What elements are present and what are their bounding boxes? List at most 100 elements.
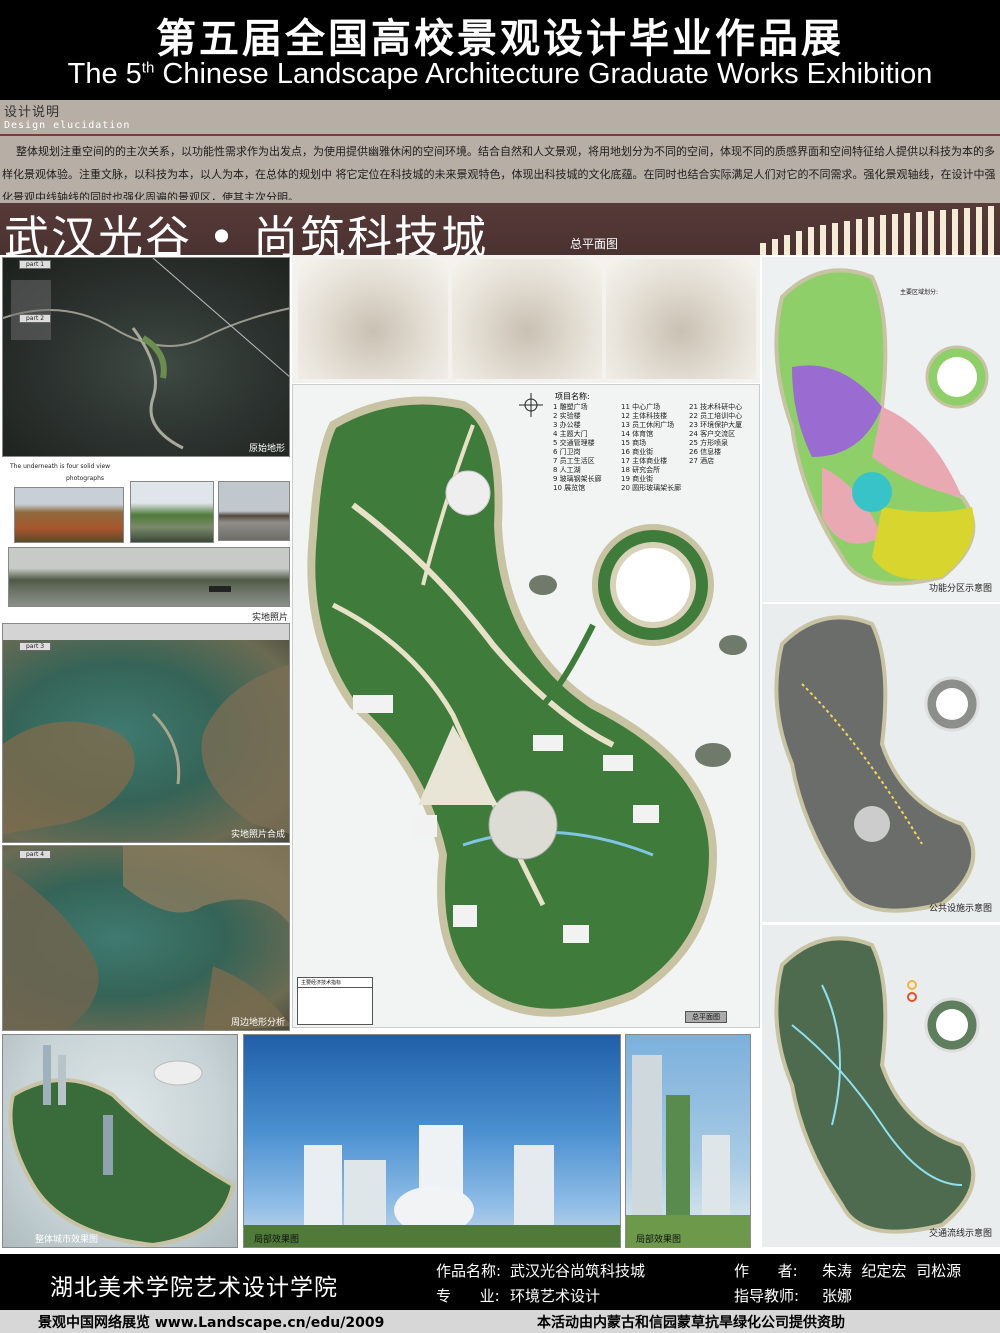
- work-name-label: 作品名称:: [436, 1262, 502, 1280]
- design-note-heading-en: Design elucidation: [4, 120, 131, 131]
- design-note: 设计说明 Design elucidation 整体规划注重空间的的主次关系，以…: [0, 100, 1000, 203]
- legend-item: 20 圆形玻璃架长廊: [621, 484, 682, 492]
- legend-item: 21 技术科研中心: [689, 403, 743, 411]
- traffic-flow-caption: 交通流线示意图: [928, 1229, 992, 1239]
- part-label-3: part 3: [19, 642, 52, 651]
- overall-city-render: 整体城市效果图: [2, 1034, 238, 1248]
- major: 环境艺术设计: [510, 1287, 601, 1305]
- local-render-1: 局部效果图: [243, 1034, 621, 1248]
- legend-item: 24 客户交流区: [689, 430, 736, 438]
- surrounding-caption: 周边地形分析: [230, 1018, 285, 1028]
- public-facilities-caption: 公共设施示意图: [928, 904, 992, 914]
- legend-col-1: 1 雕塑广场 2 实验楼 3 办公楼 4 主题大门 5 交通管理楼 6 门卫岗 …: [553, 403, 619, 493]
- title-en-post: Chinese Landscape Architecture Graduate …: [154, 58, 933, 90]
- economic-indicators-table: 主要经济技术指标: [297, 977, 373, 1025]
- major-label: 专 业:: [436, 1287, 500, 1305]
- title-en-pre: The 5: [67, 58, 142, 90]
- exhibition-site-link[interactable]: 景观中国网络展览 www.Landscape.cn/edu/2009: [38, 1312, 384, 1332]
- decorative-bars: [760, 205, 1000, 255]
- boat-shape: [209, 586, 231, 592]
- legend-item: 22 员工培训中心: [689, 412, 743, 420]
- legend-item: 13 员工休闲广场: [621, 421, 675, 429]
- site-photos-label: photographs: [66, 475, 104, 482]
- overall-render-drawing: [8, 1045, 236, 1247]
- legend-item: 6 门卫岗: [553, 448, 581, 456]
- traffic-flow-drawing: [774, 936, 980, 1234]
- legend-item: 9 玻璃钢架长廊: [553, 475, 602, 483]
- legend-item: 3 办公楼: [553, 421, 581, 429]
- legend-item: 11 中心广场: [621, 403, 661, 411]
- zoning-legend-title: 主要区域划分:: [900, 289, 939, 296]
- local-render-1-caption: 局部效果图: [254, 1235, 300, 1245]
- aerial-render-3: [606, 259, 756, 379]
- advisor-label: 指导教师:: [734, 1287, 800, 1305]
- legend-item: 25 方形喷泉: [689, 439, 729, 447]
- site-photo-2: [130, 481, 214, 543]
- surrounding-sketch: [3, 846, 289, 1030]
- site-photo-1: [14, 487, 124, 543]
- composite-sketch: [3, 664, 289, 834]
- legend-item: 4 主题大门: [553, 430, 588, 438]
- legend-item: 14 体育馆: [621, 430, 654, 438]
- original-terrain-caption: 原始地形: [248, 444, 285, 454]
- legend-item: 7 员工生活区: [553, 457, 595, 465]
- legend-item: 26 信息楼: [689, 448, 722, 456]
- site-photo-panorama: [8, 547, 290, 607]
- local-render-2-drawing: [626, 1055, 750, 1247]
- project-title-band: 武汉光谷 • 尚筑科技城 总平面图: [0, 203, 1000, 264]
- legend-item: 19 商业街: [621, 475, 654, 483]
- part-label-1: part 1: [19, 260, 52, 269]
- zoning-diagram: 主要区域划分: 功能分区示意图: [762, 257, 1000, 602]
- author-label: 作 者:: [734, 1262, 798, 1280]
- legend-item: 17 主体商业楼: [621, 457, 668, 465]
- local-render-2-caption: 局部效果图: [636, 1235, 682, 1245]
- aerial-render-2: [452, 259, 602, 379]
- public-facilities-diagram: 公共设施示意图: [762, 604, 1000, 922]
- local-render-1-drawing: [244, 1125, 620, 1247]
- traffic-flow-diagram: 交通流线示意图: [762, 925, 1000, 1247]
- design-note-text: 整体规划注重空间的的主次关系，以功能性需求作为出发点，为使用提供幽雅休闲的空间环…: [2, 145, 996, 200]
- exhibition-title-en: The 5th Chinese Landscape Architecture G…: [0, 58, 1000, 91]
- master-plan-drawing: [307, 393, 747, 1017]
- part-label-4: part 4: [19, 850, 52, 859]
- legend-item: 18 研究会所: [621, 466, 661, 474]
- footer: 湖北美术学院艺术设计学院 作品名称: 武汉光谷尚筑科技城 作 者: 朱涛 纪定宏…: [0, 1254, 1000, 1333]
- school-name: 湖北美术学院艺术设计学院: [50, 1275, 338, 1301]
- legend-item: 1 雕塑广场: [553, 403, 588, 411]
- zoning-caption: 功能分区示意图: [928, 584, 992, 594]
- aerial-render-1: [298, 259, 448, 379]
- legend-item: 5 交通管理楼: [553, 439, 595, 447]
- site-photos-caption: 实地照片: [251, 613, 288, 623]
- local-render-2: 局部效果图: [625, 1034, 751, 1248]
- legend-item: 12 主体科技楼: [621, 412, 668, 420]
- legend-item: 27 酒店: [689, 457, 715, 465]
- legend-item: 8 人工湖: [553, 466, 581, 474]
- legend-title: 项目名称:: [555, 392, 590, 401]
- design-note-heading: 设计说明: [4, 105, 61, 120]
- aerial-renders-strip: [292, 255, 760, 383]
- project-subtitle: 总平面图: [570, 237, 619, 251]
- original-terrain-photo: part 1 part 2 原始地形: [2, 257, 290, 457]
- composite-caption: 实地照片合成: [230, 830, 285, 840]
- legend-item: 16 商业街: [621, 448, 654, 456]
- overall-render-caption: 整体城市效果图: [35, 1235, 99, 1245]
- master-plan: 项目名称: 1 雕塑广场 2 实验楼 3 办公楼 4 主题大门 5 交通管理楼 …: [292, 384, 760, 1028]
- legend-col-3: 21 技术科研中心 22 员工培训中心 23 环境保护大厦 24 客户交流区 2…: [689, 403, 755, 466]
- legend-item: 15 商场: [621, 439, 647, 447]
- legend-item: 10 展览馆: [553, 484, 586, 492]
- plan-label-box: 总平面图: [685, 1011, 727, 1023]
- title-en-sup: th: [141, 59, 155, 77]
- sponsor-text: 本活动由内蒙古和信园蒙草抗旱绿化公司提供资助: [537, 1315, 845, 1331]
- legend-item: 2 实验楼: [553, 412, 581, 420]
- credit-bar: 景观中国网络展览 www.Landscape.cn/edu/2009 本活动由内…: [0, 1310, 1000, 1333]
- site-photos-panel: The underneath is four solid view photog…: [2, 459, 290, 623]
- surrounding-analysis-photo: part 4 周边地形分析: [2, 845, 290, 1031]
- legend-col-2: 11 中心广场 12 主体科技楼 13 员工休闲广场 14 体育馆 15 商场 …: [621, 403, 687, 493]
- site-photo-3: [218, 481, 290, 541]
- econ-table-title: 主要经济技术指标: [298, 978, 372, 988]
- design-note-divider: [0, 134, 1000, 136]
- authors: 朱涛 纪定宏 司松源: [822, 1262, 962, 1280]
- terrain-sketch: [3, 258, 289, 450]
- zoning-drawing: [774, 268, 989, 586]
- exhibition-title-cn: 第五届全国高校景观设计毕业作品展: [156, 16, 844, 62]
